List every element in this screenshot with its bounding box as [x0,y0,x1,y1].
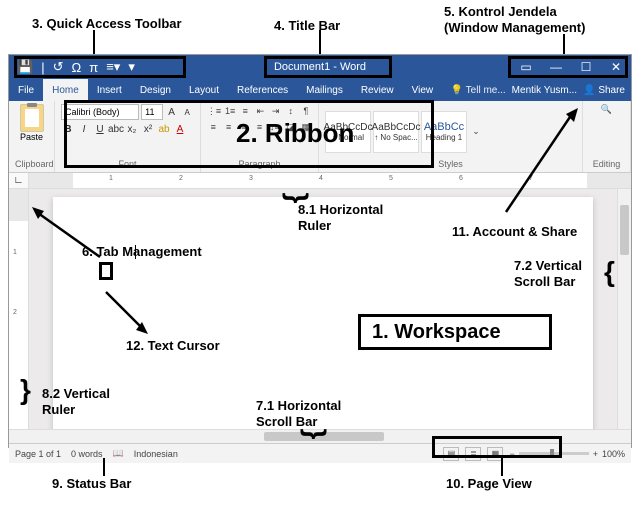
annotation-winctl: 5. Kontrol Jendela (Window Management) [444,4,585,35]
annotation-hruler: 8.1 Horizontal Ruler [298,202,383,233]
ribbon-tabs: File Home Insert Design Layout Reference… [9,79,631,101]
tab-mailings[interactable]: Mailings [297,79,352,101]
brace-vscroll: { [604,256,615,288]
box-qat [14,56,186,78]
annotation-titlebar: 4. Title Bar [274,18,340,34]
annotation-ribbon: 2. Ribbon [236,118,354,149]
arrow-winctl-down [560,34,568,54]
find-button[interactable]: 🔍 [601,104,612,115]
tab-review[interactable]: Review [352,79,403,101]
box-cursor [99,262,113,280]
annotation-qat: 3. Quick Access Toolbar [32,16,182,32]
vertical-scrollbar[interactable] [617,189,631,429]
annotation-hscroll: 7.1 Horizontal Scroll Bar [256,398,341,429]
arrow-cursor [100,286,150,334]
spellcheck-icon[interactable]: 📖 [113,448,124,459]
tab-selector[interactable]: ∟ [9,173,29,188]
share-button[interactable]: 👤 Share [583,85,625,96]
tab-design[interactable]: Design [131,79,180,101]
annotation-vruler: 8.2 Vertical Ruler [42,386,110,417]
arrow-qat-down [90,30,98,54]
status-words[interactable]: 0 words [71,449,103,459]
styles-more-button[interactable]: ⌄ [469,125,483,139]
tab-view[interactable]: View [403,79,443,101]
tab-home[interactable]: Home [43,79,88,101]
box-winctl [508,56,628,78]
brace-vruler: } [20,374,31,406]
box-pageview [432,436,562,458]
paste-icon[interactable] [20,104,44,132]
annotation-tabmgmt: 6. Tab Management [82,244,202,260]
zoom-in-button[interactable]: + [593,449,598,459]
paste-button[interactable]: Paste [20,132,43,142]
tab-references[interactable]: References [228,79,297,101]
clipboard-label: Clipboard [15,159,48,171]
tab-insert[interactable]: Insert [88,79,131,101]
arrow-account [500,108,600,218]
ribbon-group-clipboard: Paste Clipboard [9,101,55,172]
vertical-scroll-thumb[interactable] [620,205,629,255]
zoom-level[interactable]: 100% [602,449,625,459]
annotation-cursor: 12. Text Cursor [126,338,220,354]
tell-me-search[interactable]: 💡 Tell me... [451,85,506,96]
arrow-title-down [316,30,324,54]
box-titlebar [264,56,392,78]
arrow-status-up [100,458,108,476]
annotation-status: 9. Status Bar [52,476,131,492]
annotation-vscroll: 7.2 Vertical Scroll Bar [514,258,582,289]
status-language[interactable]: Indonesian [134,449,178,459]
annotation-workspace: 1. Workspace [372,320,501,344]
tab-layout[interactable]: Layout [180,79,228,101]
annotation-pageview: 10. Page View [446,476,532,492]
arrow-pageview-up [498,458,506,476]
account-name[interactable]: Mentik Yusm... [512,85,577,96]
annotation-account: 11. Account & Share [452,224,577,240]
tab-file[interactable]: File [9,79,43,101]
status-page[interactable]: Page 1 of 1 [15,449,61,459]
brace-hscroll: } [299,429,331,440]
